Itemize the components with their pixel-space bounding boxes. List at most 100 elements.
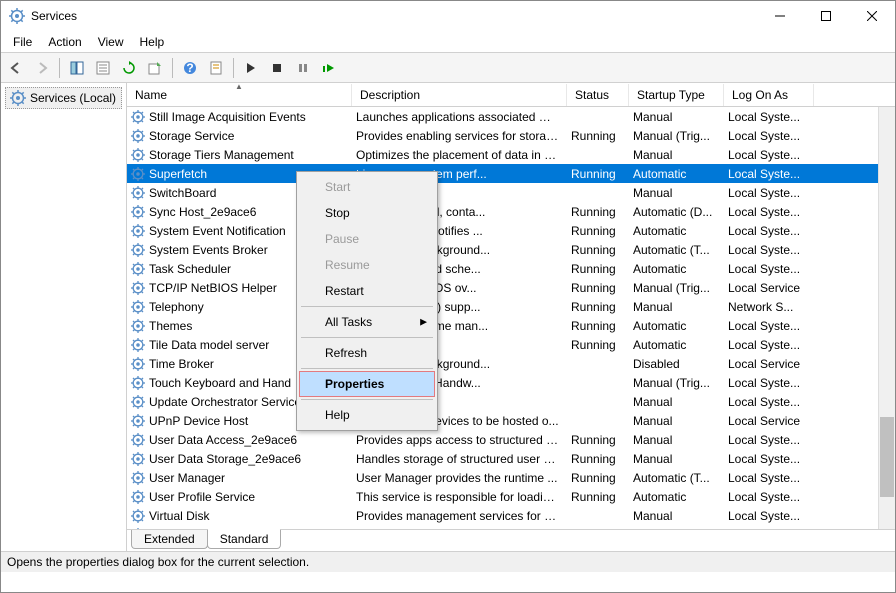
service-row[interactable]: Superfetcht improves system perf...Runni…: [127, 164, 895, 183]
service-row[interactable]: TCP/IP NetBIOS Helperrt for the NetBIOS …: [127, 278, 895, 297]
service-row[interactable]: User Data Access_2e9ace6Provides apps ac…: [127, 430, 895, 449]
service-status: Running: [567, 128, 629, 144]
service-startup: Manual: [629, 147, 724, 163]
context-menu-restart[interactable]: Restart: [299, 278, 435, 304]
service-row[interactable]: Virtual DiskProvides management services…: [127, 506, 895, 525]
service-row[interactable]: Sync Host_2e9ace6nchronizes mail, conta.…: [127, 202, 895, 221]
service-row[interactable]: Time Brokerxecution of background...Disa…: [127, 354, 895, 373]
export-button[interactable]: [144, 57, 166, 79]
gear-icon: [131, 357, 145, 371]
service-row[interactable]: Tile Data model servertile updates.Runni…: [127, 335, 895, 354]
service-row[interactable]: Storage ServiceProvides enabling service…: [127, 126, 895, 145]
service-row[interactable]: UPnP Device HostAllows UPnP devices to b…: [127, 411, 895, 430]
menu-view[interactable]: View: [90, 33, 132, 51]
col-header-name[interactable]: Name▲: [127, 84, 352, 106]
back-button[interactable]: [5, 57, 27, 79]
gear-icon: [131, 186, 145, 200]
service-startup: Automatic (T...: [629, 470, 724, 486]
service-row[interactable]: Themesexperience theme man...RunningAuto…: [127, 316, 895, 335]
service-row[interactable]: System Event Notificationm events and no…: [127, 221, 895, 240]
gear-icon: [131, 452, 145, 466]
service-status: Running: [567, 204, 629, 220]
app-icon: [9, 8, 25, 24]
gear-icon: [131, 338, 145, 352]
stop-service-button[interactable]: [266, 57, 288, 79]
main-area: Services (Local) Name▲ Description Statu…: [1, 83, 895, 551]
context-menu-help[interactable]: Help: [299, 402, 435, 428]
service-logon: Local Syste...: [724, 337, 814, 353]
service-status: Running: [567, 261, 629, 277]
service-startup: Manual (Trig...: [629, 375, 724, 391]
toolbar-divider: [59, 58, 60, 78]
service-status: [567, 515, 629, 517]
menu-file[interactable]: File: [5, 33, 40, 51]
service-row[interactable]: SwitchBoardManualLocal Syste...: [127, 183, 895, 202]
service-startup: Manual: [629, 394, 724, 410]
service-row[interactable]: Touch Keyboard and HandKeyboard and Hand…: [127, 373, 895, 392]
service-status: [567, 382, 629, 384]
service-logon: Local Syste...: [724, 375, 814, 391]
service-status: [567, 401, 629, 403]
service-logon: Local Syste...: [724, 204, 814, 220]
scrollbar-vertical[interactable]: [878, 107, 895, 529]
gear-icon: [131, 262, 145, 276]
service-row[interactable]: User Profile ServiceThis service is resp…: [127, 487, 895, 506]
show-hide-tree-button[interactable]: [66, 57, 88, 79]
service-name: Storage Service: [149, 129, 234, 143]
service-row[interactable]: System Events Brokerxecution of backgrou…: [127, 240, 895, 259]
tab-standard[interactable]: Standard: [207, 529, 282, 549]
help-button[interactable]: ?: [179, 57, 201, 79]
service-name: Touch Keyboard and Hand: [149, 376, 291, 390]
restart-service-button[interactable]: [318, 57, 340, 79]
service-status: Running: [567, 432, 629, 448]
col-header-description[interactable]: Description: [352, 84, 567, 106]
service-row[interactable]: Update Orchestrator Service for Wi...Uso…: [127, 392, 895, 411]
gear-icon: [131, 167, 145, 181]
service-list[interactable]: Still Image Acquisition EventsLaunches a…: [127, 107, 895, 529]
menu-help[interactable]: Help: [132, 33, 173, 51]
service-name: TCP/IP NetBIOS Helper: [149, 281, 277, 295]
refresh-button[interactable]: [118, 57, 140, 79]
context-menu-refresh[interactable]: Refresh: [299, 340, 435, 366]
service-startup: Manual: [629, 299, 724, 315]
menu-action[interactable]: Action: [40, 33, 89, 51]
properties-button[interactable]: [92, 57, 114, 79]
service-name: UPnP Device Host: [149, 414, 248, 428]
service-row[interactable]: Still Image Acquisition EventsLaunches a…: [127, 107, 895, 126]
tab-extended[interactable]: Extended: [131, 530, 208, 549]
service-row[interactable]: Task Schedulerto configure and sche...Ru…: [127, 259, 895, 278]
service-status: [567, 420, 629, 422]
maximize-button[interactable]: [803, 1, 849, 31]
context-menu-all-tasks[interactable]: All Tasks▶: [299, 309, 435, 335]
context-menu-separator: [301, 306, 433, 307]
context-menu-properties[interactable]: Properties: [299, 371, 435, 397]
minimize-button[interactable]: [757, 1, 803, 31]
context-menu-stop[interactable]: Stop: [299, 200, 435, 226]
col-header-logon[interactable]: Log On As: [724, 84, 814, 106]
service-desc: Provides management services for di...: [352, 508, 567, 524]
service-row[interactable]: User Data Storage_2e9ace6Handles storage…: [127, 449, 895, 468]
service-logon: Local Syste...: [724, 470, 814, 486]
service-name: User Profile Service: [149, 490, 255, 504]
service-row[interactable]: Telephonyhony API (TAPI) supp...RunningM…: [127, 297, 895, 316]
service-row[interactable]: Storage Tiers ManagementOptimizes the pl…: [127, 145, 895, 164]
service-row[interactable]: User ManagerUser Manager provides the ru…: [127, 468, 895, 487]
service-name: User Data Access_2e9ace6: [149, 433, 297, 447]
col-header-startup[interactable]: Startup Type: [629, 84, 724, 106]
service-startup: Automatic: [629, 489, 724, 505]
col-header-status[interactable]: Status: [567, 84, 629, 106]
service-desc: Optimizes the placement of data in s...: [352, 147, 567, 163]
service-name: Still Image Acquisition Events: [149, 110, 306, 124]
scrollbar-thumb[interactable]: [880, 417, 894, 497]
service-name: Task Scheduler: [149, 262, 231, 276]
service-status: Running: [567, 299, 629, 315]
close-button[interactable]: [849, 1, 895, 31]
pause-service-button[interactable]: [292, 57, 314, 79]
forward-button[interactable]: [31, 57, 53, 79]
props-button[interactable]: [205, 57, 227, 79]
toolbar-divider: [233, 58, 234, 78]
gear-icon: [131, 471, 145, 485]
tree-root-item[interactable]: Services (Local): [5, 87, 122, 109]
start-service-button[interactable]: [240, 57, 262, 79]
service-logon: Local Syste...: [724, 185, 814, 201]
